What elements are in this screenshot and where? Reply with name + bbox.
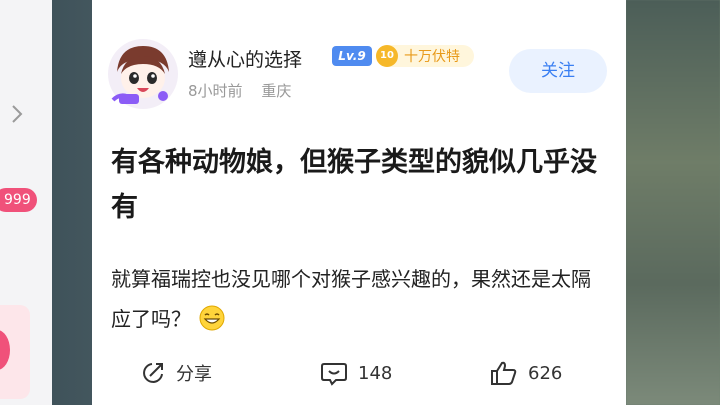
post-title: 有各种动物娘，但猴子类型的貌似几乎没有: [111, 147, 597, 223]
share-button[interactable]: 分享: [140, 360, 212, 386]
fan-rank-icon: 10: [376, 45, 398, 67]
share-icon: [143, 363, 163, 383]
post-body: 就算福瑞控也没见哪个对猴子感兴趣的，果然还是太隔应了吗？: [111, 259, 601, 339]
thumbs-up-icon: [491, 361, 517, 385]
right-background: [626, 0, 720, 405]
count-badge: 999: [0, 188, 37, 212]
fan-title: 十万伏特: [404, 49, 460, 65]
share-label: 分享: [176, 364, 212, 385]
fan-badge: 10 十万伏特: [376, 45, 474, 67]
post-time: 8小时前: [188, 82, 243, 100]
chevron-right-icon[interactable]: [7, 104, 27, 124]
post-body-text: 就算福瑞控也没见哪个对猴子感兴趣的，果然还是太隔应了吗？: [111, 267, 591, 331]
avatar[interactable]: [107, 38, 179, 110]
action-bar: 分享 148 626: [92, 354, 626, 394]
comment-icon: [321, 363, 347, 386]
author-name[interactable]: 遵从心的选择: [188, 45, 302, 72]
like-count: 626: [528, 362, 563, 384]
level-badge: Lv.9: [332, 46, 372, 66]
follow-button[interactable]: 关注: [509, 49, 607, 93]
comment-button[interactable]: 148: [320, 360, 392, 386]
post-location: 重庆: [261, 82, 292, 100]
grin-emoji-icon: [199, 305, 225, 331]
comment-count: 148: [358, 362, 393, 384]
post-meta: 8小时前 重庆: [188, 80, 291, 101]
like-button[interactable]: 626: [490, 360, 562, 386]
